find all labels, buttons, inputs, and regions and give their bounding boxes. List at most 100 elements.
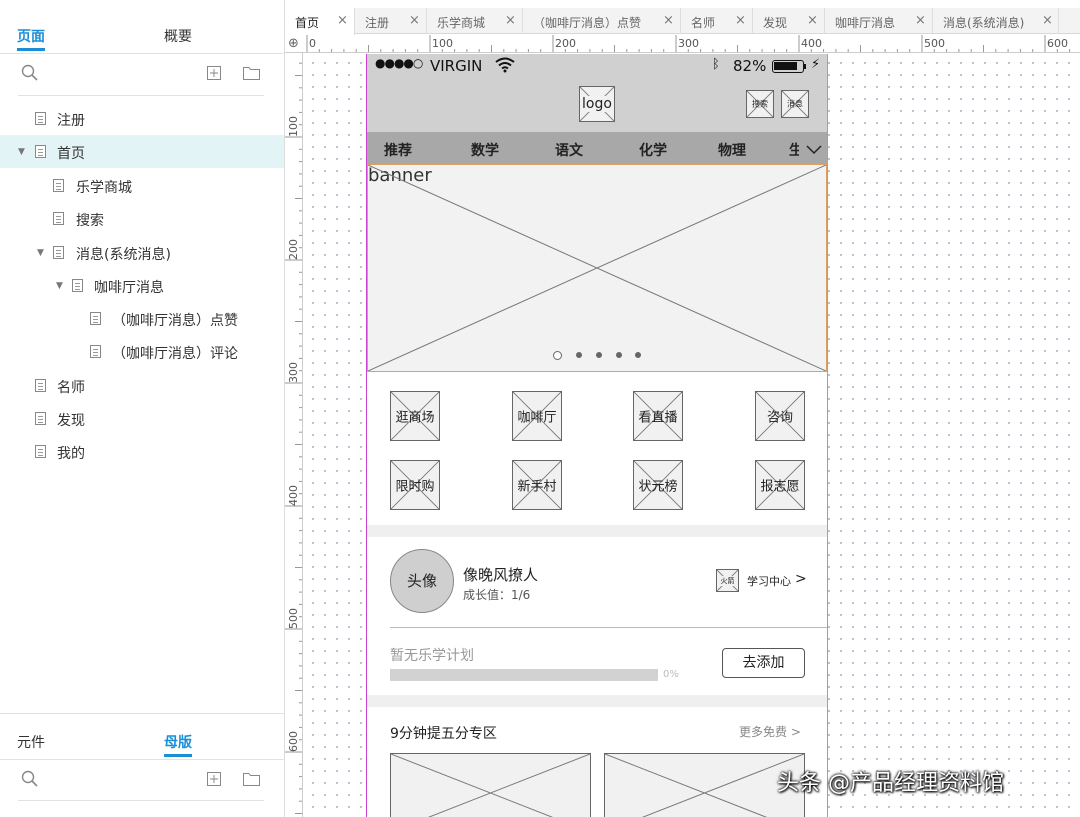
tree-item-teachers[interactable]: 名师 xyxy=(0,369,284,402)
tab-masters[interactable]: 母版 xyxy=(164,732,192,757)
tab-teachers[interactable]: 名师 × xyxy=(681,8,753,34)
carrier-label: VIRGIN xyxy=(430,57,483,75)
ruler-label: 200 xyxy=(287,239,300,260)
ruler-label: 400 xyxy=(801,37,822,50)
caret-down-icon[interactable]: ▼ xyxy=(56,281,63,291)
course-card[interactable] xyxy=(604,753,805,817)
tree-item-mall[interactable]: 乐学商城 xyxy=(0,169,284,202)
tab-mall[interactable]: 乐学商城 × xyxy=(427,8,523,34)
tree-item-label: 消息(系统消息) xyxy=(76,247,171,263)
add-plan-button[interactable]: 去添加 xyxy=(722,648,805,678)
chevron-right-icon[interactable]: > xyxy=(795,571,807,587)
status-bar: ●●●●○ VIRGIN ᛒ 82% ⚡ xyxy=(367,54,827,78)
tree-item-cafe-likes[interactable]: （咖啡厅消息）点赞 xyxy=(0,302,284,335)
grid-item-cafe[interactable]: 咖啡厅 xyxy=(512,391,562,441)
tree-item-search[interactable]: 搜索 xyxy=(0,202,284,235)
tree-item-cafe-messages[interactable]: ▼ 咖啡厅消息 xyxy=(0,269,284,302)
message-button[interactable]: 消息 xyxy=(781,90,809,118)
tree-item-label: 发现 xyxy=(57,413,85,429)
page-icon xyxy=(35,379,46,392)
close-icon[interactable]: × xyxy=(807,13,818,28)
carousel-dot[interactable] xyxy=(596,352,602,358)
grid-item-application[interactable]: 报志愿 xyxy=(755,460,805,510)
tab-register[interactable]: 注册 × xyxy=(355,8,427,34)
tree-item-cafe-comments[interactable]: （咖啡厅消息）评论 xyxy=(0,335,284,368)
add-page-icon[interactable] xyxy=(207,66,221,83)
tree-item-discover[interactable]: 发现 xyxy=(0,402,284,435)
search-button[interactable]: 搜索 xyxy=(746,90,774,118)
guide-line-right[interactable] xyxy=(827,54,828,817)
search-icon[interactable] xyxy=(21,64,39,85)
tab-outline[interactable]: 概要 xyxy=(164,26,192,46)
more-free-link[interactable]: 更多免费 > xyxy=(739,723,801,740)
signal-dots: ●●●●○ xyxy=(375,56,423,70)
close-icon[interactable]: × xyxy=(409,13,420,28)
tab-widgets[interactable]: 元件 xyxy=(17,732,45,752)
battery-tip xyxy=(804,64,806,69)
tab-cafe-likes[interactable]: （咖啡厅消息）点赞 × xyxy=(523,8,681,34)
tree-item-register[interactable]: 注册 xyxy=(0,102,284,135)
close-icon[interactable]: × xyxy=(663,13,674,28)
tree-item-messages[interactable]: ▼ 消息(系统消息) xyxy=(0,236,284,269)
category-chemistry[interactable]: 化学 xyxy=(639,140,667,160)
close-icon[interactable]: × xyxy=(505,13,516,28)
grid-item-live[interactable]: 看直播 xyxy=(633,391,683,441)
folder-icon[interactable] xyxy=(243,772,260,789)
page-icon xyxy=(53,179,64,192)
search-icon[interactable] xyxy=(21,770,39,791)
folder-icon[interactable] xyxy=(243,66,260,83)
logo: logo xyxy=(579,86,615,122)
tree-item-label: （咖啡厅消息）点赞 xyxy=(112,313,238,329)
close-icon[interactable]: × xyxy=(1042,13,1053,28)
carousel-dot[interactable] xyxy=(576,352,582,358)
carousel-dot[interactable] xyxy=(635,352,641,358)
tab-home[interactable]: 首页 × xyxy=(285,8,355,35)
tree-item-label: 搜索 xyxy=(76,213,104,229)
page-icon xyxy=(90,345,101,358)
ruler-horizontal: ⊕ 0 100 200 300 400 500 600 xyxy=(285,35,1080,53)
category-tabs: 推荐 数学 语文 化学 物理 生 xyxy=(367,132,827,164)
caret-down-icon[interactable]: ▼ xyxy=(18,147,25,157)
divider xyxy=(390,627,827,628)
category-math[interactable]: 数学 xyxy=(471,140,499,160)
editor-tabs: 首页 × 注册 × 乐学商城 × （咖啡厅消息）点赞 × 名师 × 发现 × 咖… xyxy=(285,8,1080,35)
carousel-dot-active[interactable] xyxy=(553,351,562,360)
course-card[interactable] xyxy=(390,753,591,817)
page-icon xyxy=(90,312,101,325)
category-recommend[interactable]: 推荐 xyxy=(384,140,412,160)
tab-system-messages[interactable]: 消息(系统消息) × xyxy=(933,8,1059,34)
close-icon[interactable]: × xyxy=(735,13,746,28)
banner[interactable]: banner xyxy=(367,164,827,372)
growth-value: 成长值：1/6 xyxy=(463,588,531,602)
caret-down-icon[interactable]: ▼ xyxy=(37,248,44,258)
divider xyxy=(0,713,285,714)
grid-item-newbie[interactable]: 新手村 xyxy=(512,460,562,510)
category-chinese[interactable]: 语文 xyxy=(555,140,583,160)
close-icon[interactable]: × xyxy=(915,13,926,28)
grid-item-flash-sale[interactable]: 限时购 xyxy=(390,460,440,510)
close-icon[interactable]: × xyxy=(337,13,348,28)
learning-center-link[interactable]: 学习中心 xyxy=(747,573,791,589)
tree-item-label: （咖啡厅消息）评论 xyxy=(112,346,238,362)
section-title: 9分钟提五分专区 xyxy=(390,726,497,742)
add-master-icon[interactable] xyxy=(207,772,221,789)
ruler-label: 600 xyxy=(1047,37,1068,50)
tab-pages[interactable]: 页面 xyxy=(17,26,45,51)
carousel-dot[interactable] xyxy=(616,352,622,358)
grid-item-ranking[interactable]: 状元榜 xyxy=(633,460,683,510)
wifi-icon xyxy=(495,57,515,77)
ruler-label: 100 xyxy=(432,37,453,50)
category-biology[interactable]: 生 xyxy=(789,140,799,160)
tree-item-mine[interactable]: 我的 xyxy=(0,435,284,468)
grid-item-mall[interactable]: 逛商场 xyxy=(390,391,440,441)
avatar[interactable]: 头像 xyxy=(390,549,454,613)
divider xyxy=(0,759,285,760)
category-physics[interactable]: 物理 xyxy=(718,140,746,160)
grid-item-consult[interactable]: 咨询 xyxy=(755,391,805,441)
tab-label: 名师 xyxy=(691,16,716,30)
tab-more[interactable] xyxy=(1059,8,1080,34)
tree-item-home[interactable]: ▼ 首页 xyxy=(0,135,284,168)
tab-cafe-messages[interactable]: 咖啡厅消息 × xyxy=(825,8,933,34)
tab-discover[interactable]: 发现 × xyxy=(753,8,825,34)
chevron-down-icon[interactable] xyxy=(806,140,822,159)
